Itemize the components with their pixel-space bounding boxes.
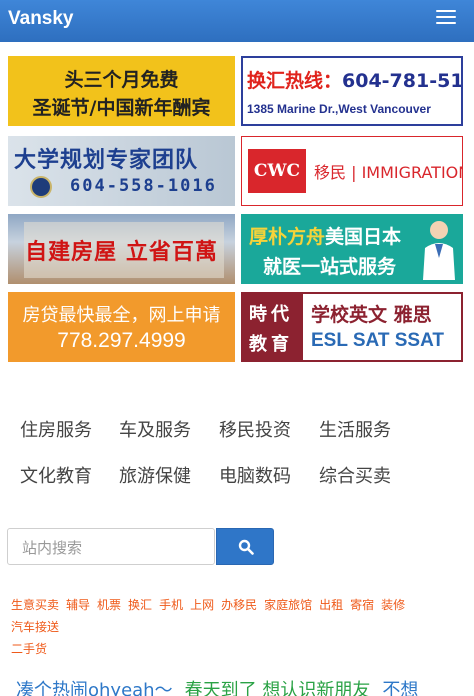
ad-text: 時代 xyxy=(249,304,293,325)
ad-text: 1385 Marine Dr.,West Vancouver xyxy=(247,102,431,116)
ad-text: 学校英文 雅思 xyxy=(311,304,432,326)
category-link-computers[interactable]: 电脑数码 xyxy=(219,462,291,488)
ad-text: 教育 xyxy=(249,334,293,355)
tag-link[interactable]: 生意买卖 xyxy=(11,598,59,612)
ad-text: 头三个月免费 xyxy=(64,69,179,91)
ad-logo-block: 時代 教育 xyxy=(243,294,303,360)
doctor-icon xyxy=(423,221,455,280)
category-link-living[interactable]: 生活服务 xyxy=(319,416,391,442)
scrolling-posts: 凑个热闹ohyeah～ 春天到了 想认识新朋友 不想 xyxy=(16,676,418,696)
ad-text: ESL SAT SSAT xyxy=(311,330,445,351)
ad-text: 604-558-1016 xyxy=(70,176,217,196)
category-link-housing[interactable]: 住房服务 xyxy=(20,416,92,442)
post-link[interactable]: 春天到了 想认识新朋友 xyxy=(185,680,371,696)
tag-link[interactable]: 办移民 xyxy=(221,598,257,612)
ad-banner-education[interactable]: 時代 教育 学校英文 雅思 ESL SAT SSAT xyxy=(241,292,463,362)
ad-banner-house[interactable]: 自建房屋 立省百萬 xyxy=(8,214,235,284)
ad-text: 778.297.4999 xyxy=(57,329,186,352)
search-icon xyxy=(238,539,254,555)
seal-icon xyxy=(30,176,52,198)
tag-link[interactable]: 机票 xyxy=(97,598,121,612)
hamburger-menu-icon[interactable] xyxy=(436,10,456,26)
brand-logo[interactable]: Vansky xyxy=(8,8,74,30)
ad-text: 大学规划专家团队 xyxy=(14,148,199,173)
tag-link[interactable]: 出租 xyxy=(319,598,343,612)
category-link-education[interactable]: 文化教育 xyxy=(20,462,92,488)
tag-link[interactable]: 换汇 xyxy=(128,598,152,612)
top-navbar: Vansky xyxy=(0,0,474,42)
cwc-logo: CWC xyxy=(248,149,306,193)
ad-text: 圣诞节/中国新年酬宾 xyxy=(32,97,211,119)
ad-text: 就医一站式服务 xyxy=(263,256,397,278)
tag-link[interactable]: 寄宿 xyxy=(350,598,374,612)
ad-banner-medical[interactable]: 厚朴方舟美国日本 就医一站式服务 xyxy=(241,214,463,284)
ad-banner-immigration[interactable]: CWC 移民 | IMMIGRATION xyxy=(241,136,463,206)
tag-link[interactable]: 手机 xyxy=(159,598,183,612)
ad-text: 换汇热线：604-781-5188 xyxy=(247,70,463,92)
post-link[interactable]: 不想 xyxy=(382,680,418,696)
ad-text: 移民 | IMMIGRATION xyxy=(314,163,463,182)
post-link[interactable]: 凑个热闹ohyeah～ xyxy=(16,680,173,696)
category-link-cars[interactable]: 车及服务 xyxy=(119,416,191,442)
category-link-immigration[interactable]: 移民投资 xyxy=(219,416,291,442)
ad-text: 房贷最快最全，网上申请 xyxy=(22,305,221,326)
tag-links: 生意买卖 辅导 机票 换汇 手机 上网 办移民 家庭旅馆 出租 寄宿 装修汽车接送二手货 xyxy=(11,594,467,660)
category-link-trading[interactable]: 综合买卖 xyxy=(319,462,391,488)
search-input[interactable]: 站内搜索 xyxy=(7,528,215,565)
ad-banner-university[interactable]: 大学规划专家团队 604-558-1016 xyxy=(8,136,235,206)
tag-link[interactable]: 装修 xyxy=(381,598,405,612)
tag-link[interactable]: 二手货 xyxy=(11,642,47,656)
ad-text: 自建房屋 立省百萬 xyxy=(25,240,218,265)
tag-link[interactable]: 家庭旅馆 xyxy=(264,598,312,612)
ad-banner-promo[interactable]: 头三个月免费 圣诞节/中国新年酬宾 xyxy=(8,56,235,126)
search-button[interactable] xyxy=(216,528,274,565)
category-link-travel[interactable]: 旅游保健 xyxy=(119,462,191,488)
ad-banner-mortgage[interactable]: 房贷最快最全，网上申请 778.297.4999 xyxy=(8,292,235,362)
ad-banner-exchange[interactable]: 换汇热线：604-781-5188 1385 Marine Dr.,West V… xyxy=(241,56,463,126)
tag-link[interactable]: 汽车接送 xyxy=(11,620,59,634)
tag-link[interactable]: 上网 xyxy=(190,598,214,612)
tag-link[interactable]: 辅导 xyxy=(66,598,90,612)
ad-text: 厚朴方舟美国日本 xyxy=(249,226,402,248)
